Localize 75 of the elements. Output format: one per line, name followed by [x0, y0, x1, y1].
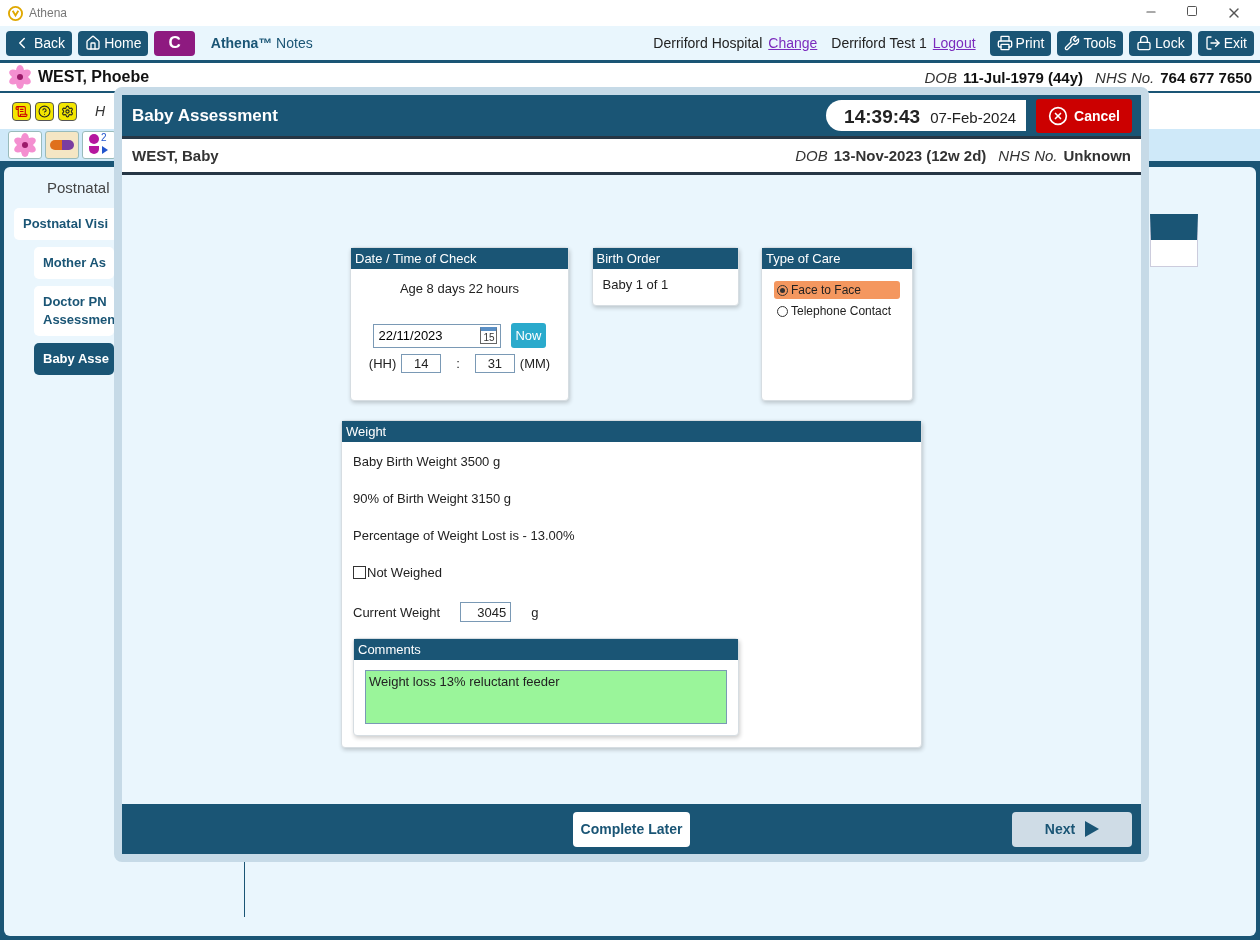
printer-icon [996, 35, 1013, 51]
next-button[interactable]: Next [1012, 811, 1132, 847]
card-header: Weight [342, 421, 921, 442]
dialog-title: Baby Assessment [132, 105, 278, 126]
maximize-icon[interactable] [1186, 5, 1198, 17]
baby-name: WEST, Baby [132, 147, 219, 164]
unit-label: g [531, 604, 539, 620]
app-name: Athena™ Notes [210, 35, 313, 51]
nhs-label: NHS No. [1095, 68, 1155, 86]
dob-label: DOB [795, 147, 828, 164]
alert-text: H [95, 103, 106, 119]
print-button[interactable]: Print [989, 30, 1052, 56]
comments-field[interactable]: Weight loss 13% reluctant feeder [365, 670, 727, 724]
table-background [1150, 214, 1198, 267]
minute-label: (MM) [519, 356, 551, 371]
tools-button[interactable]: Tools [1057, 30, 1124, 56]
nhs-value: 764 677 7650 [1160, 68, 1252, 86]
weight-text: 90% of Birth Weight 3150 g [353, 491, 513, 506]
card-header: Birth Order [592, 248, 738, 269]
count-label: 2 [101, 132, 107, 143]
age-text: Age 8 days 22 hours [399, 281, 520, 296]
dob-label: DOB [924, 68, 957, 86]
sidebar-heading: Postnatal [46, 179, 111, 196]
weight-text: Percentage of Weight Lost is - 13.00% [353, 528, 576, 543]
current-weight-label: Current Weight [353, 604, 441, 620]
home-button[interactable]: Home [78, 30, 149, 56]
settings-icon [58, 101, 77, 121]
weight-field[interactable]: 3045 [460, 602, 512, 622]
flower-tab[interactable] [8, 131, 42, 159]
birth-order-text: Baby 1 of 1 [601, 276, 670, 294]
sidebar-item[interactable]: Baby Asse [34, 343, 114, 375]
clock: 14:39:43 07-Feb-2024 [826, 100, 1027, 131]
exit-icon [1204, 35, 1221, 51]
weight-text: Baby Birth Weight 3500 g [353, 454, 502, 469]
c-button[interactable]: C [154, 30, 195, 56]
lock-icon [1136, 35, 1153, 51]
cancel-icon [1048, 105, 1069, 126]
logout-link[interactable]: Logout [932, 35, 976, 51]
flower-icon [8, 65, 32, 89]
patient-name: WEST, Phoebe [38, 68, 150, 86]
wrench-icon [1064, 35, 1081, 51]
nhs-label: NHS No. [998, 147, 1058, 164]
play-icon [1085, 821, 1100, 837]
lock-button[interactable]: Lock [1129, 30, 1192, 56]
pill-tab[interactable] [45, 131, 79, 159]
not-weighed-label: Not Weighed [367, 565, 442, 580]
nhs-value: Unknown [1063, 147, 1131, 164]
dob-value: 13-Nov-2023 (12w 2d) [833, 147, 987, 164]
not-weighed-checkbox[interactable] [353, 566, 366, 579]
sidebar-item[interactable]: Mother As [34, 247, 114, 279]
time-separator: : [456, 356, 460, 371]
hour-field[interactable]: 14 [401, 354, 442, 373]
exit-button[interactable]: Exit [1197, 30, 1254, 56]
document-icon [12, 101, 31, 121]
care-option[interactable]: Telephone Contact [774, 302, 900, 320]
card-header: Comments [354, 639, 738, 660]
change-link[interactable]: Change [768, 35, 818, 51]
babies-tab[interactable]: 2 [82, 131, 116, 159]
card-header: Date / Time of Check [351, 248, 568, 269]
dob-value: 11-Jul-1979 (44y) [962, 68, 1084, 86]
site-name: Derriford Hospital [653, 35, 763, 51]
app-logo-icon [8, 5, 23, 21]
cancel-button[interactable]: Cancel [1036, 98, 1132, 133]
user-name: Derriford Test 1 [831, 35, 927, 51]
complete-later-button[interactable]: Complete Later [572, 811, 691, 847]
app-title: Athena [29, 6, 68, 20]
sidebar-item[interactable]: Doctor PN Assessmen [34, 286, 114, 336]
minute-field[interactable]: 31 [474, 354, 515, 373]
card-header: Type of Care [762, 248, 912, 269]
home-icon [85, 35, 102, 51]
hour-label: (HH) [368, 356, 397, 371]
pill-icon [49, 139, 75, 151]
back-button[interactable]: Back [6, 30, 73, 56]
care-option[interactable]: Face to Face [774, 281, 900, 299]
help-icon [35, 101, 54, 121]
